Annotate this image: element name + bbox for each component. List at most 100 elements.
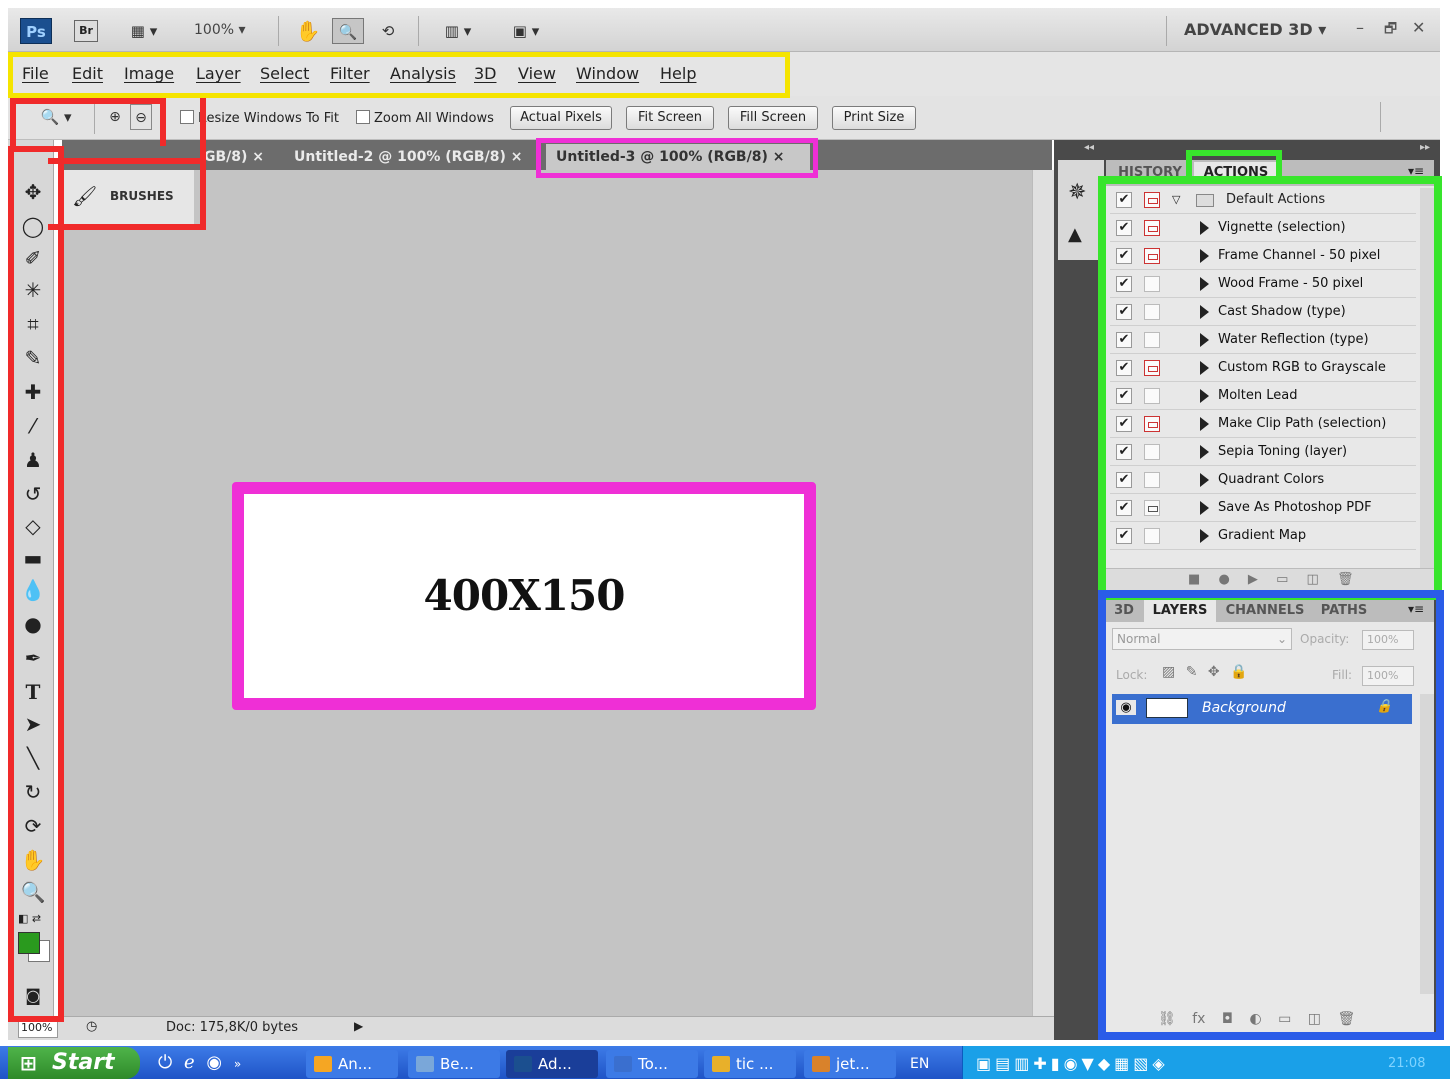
workspace-switcher[interactable]: ADVANCED 3D ▾ bbox=[1184, 20, 1326, 39]
toggle-checkbox[interactable]: ✔ bbox=[1116, 220, 1132, 236]
toggle-checkbox[interactable]: ✔ bbox=[1116, 304, 1132, 320]
tab-paths[interactable]: PATHS bbox=[1314, 600, 1374, 622]
fit-screen-button[interactable]: Fit Screen bbox=[626, 106, 714, 130]
tab-document-1[interactable]: GB/8) × bbox=[198, 144, 280, 170]
expand-triangle-icon[interactable] bbox=[1200, 361, 1209, 375]
dialog-toggle[interactable] bbox=[1144, 388, 1160, 404]
expand-triangle-icon[interactable] bbox=[1200, 305, 1209, 319]
link-layers-icon[interactable]: ⛓ bbox=[1158, 1011, 1176, 1027]
expand-icon[interactable]: ▸▸ bbox=[1420, 142, 1430, 153]
line-tool-icon[interactable]: ╲ bbox=[18, 744, 48, 772]
expand-triangle-icon[interactable] bbox=[1200, 333, 1209, 347]
fill-field[interactable]: 100% bbox=[1362, 666, 1414, 686]
action-row[interactable]: ✔ Sepia Toning (layer) bbox=[1110, 438, 1416, 466]
bridge-button[interactable]: Br bbox=[74, 20, 98, 42]
tab-actions[interactable]: ACTIONS bbox=[1194, 162, 1278, 184]
expand-triangle-icon[interactable] bbox=[1200, 473, 1209, 487]
taskbar-button[interactable]: An... bbox=[306, 1050, 398, 1078]
expand-triangle-icon[interactable] bbox=[1200, 277, 1209, 291]
panel-menu-icon[interactable]: ▾≡ bbox=[1408, 602, 1424, 616]
action-row[interactable]: ✔ Wood Frame - 50 pixel bbox=[1110, 270, 1416, 298]
zoom-level-dropdown[interactable]: 100% ▾ bbox=[194, 22, 246, 38]
play-icon[interactable]: ▶ bbox=[1248, 572, 1258, 587]
tab-close-icon[interactable]: × bbox=[252, 149, 264, 165]
expand-triangle-icon[interactable] bbox=[1200, 221, 1209, 235]
stop-icon[interactable]: ■ bbox=[1188, 572, 1200, 587]
close-button[interactable]: ✕ bbox=[1412, 18, 1425, 37]
menu-help[interactable]: Help bbox=[660, 64, 696, 83]
tab-document-2[interactable]: Untitled-2 @ 100% (RGB/8) × bbox=[288, 144, 538, 170]
panel-menu-icon[interactable]: ▾≡ bbox=[1408, 164, 1424, 178]
action-row[interactable]: ✔ Water Reflection (type) bbox=[1110, 326, 1416, 354]
3d-orbit-tool-icon[interactable]: ⟳ bbox=[18, 812, 48, 840]
tab-close-icon[interactable]: × bbox=[511, 149, 523, 165]
arrange-documents-icon[interactable]: ▥ ▾ bbox=[434, 18, 482, 44]
toggle-checkbox[interactable]: ✔ bbox=[1116, 416, 1132, 432]
type-tool-icon[interactable]: T bbox=[18, 678, 48, 706]
action-row[interactable]: ✔ Custom RGB to Grayscale bbox=[1110, 354, 1416, 382]
brushes-panel[interactable]: 🖌 BRUSHES bbox=[62, 170, 194, 224]
3d-panel-icon[interactable]: ✵ bbox=[1068, 180, 1086, 205]
zoom-field[interactable]: 100% bbox=[18, 1020, 58, 1038]
move-tool-icon[interactable]: ✥ bbox=[18, 178, 48, 206]
action-row[interactable]: ✔ Quadrant Colors bbox=[1110, 466, 1416, 494]
action-row[interactable]: ✔ Molten Lead bbox=[1110, 382, 1416, 410]
dialog-toggle[interactable] bbox=[1144, 304, 1160, 320]
quick-launch-icon[interactable]: ⏻ bbox=[158, 1052, 172, 1073]
menu-analysis[interactable]: Analysis bbox=[390, 64, 456, 83]
expand-triangle-icon[interactable] bbox=[1200, 529, 1209, 543]
tab-channels[interactable]: CHANNELS bbox=[1220, 600, 1310, 622]
dialog-toggle[interactable] bbox=[1144, 248, 1160, 264]
ie-icon[interactable]: ℯ bbox=[184, 1052, 195, 1073]
3d-rotate-tool-icon[interactable]: ↻ bbox=[18, 778, 48, 806]
delete-layer-icon[interactable]: 🗑 bbox=[1337, 1011, 1355, 1027]
screen-mode-icon[interactable]: ▣ ▾ bbox=[502, 18, 550, 44]
dialog-toggle[interactable] bbox=[1144, 332, 1160, 348]
new-action-icon[interactable]: ◫ bbox=[1307, 572, 1319, 587]
collapse-icon[interactable]: ◂◂ bbox=[1084, 142, 1094, 153]
restore-button[interactable]: 🗗 bbox=[1384, 18, 1397, 42]
toggle-checkbox[interactable]: ✔ bbox=[1116, 388, 1132, 404]
record-icon[interactable]: ● bbox=[1218, 572, 1229, 587]
dialog-toggle[interactable] bbox=[1144, 528, 1160, 544]
new-layer-icon[interactable]: ◫ bbox=[1308, 1011, 1321, 1027]
toggle-checkbox[interactable]: ✔ bbox=[1116, 500, 1132, 516]
eye-icon[interactable]: ◉ bbox=[1116, 700, 1136, 715]
eraser-tool-icon[interactable]: ◇ bbox=[18, 512, 48, 540]
expand-triangle-icon[interactable]: ▽ bbox=[1172, 186, 1180, 214]
action-set-row[interactable]: ✔ ▽ Default Actions bbox=[1110, 186, 1416, 214]
adjustment-layer-icon[interactable]: ◐ bbox=[1249, 1011, 1261, 1027]
gradient-tool-icon[interactable]: ▬ bbox=[18, 544, 48, 572]
dialog-toggle[interactable] bbox=[1144, 276, 1160, 292]
toggle-checkbox[interactable]: ✔ bbox=[1116, 192, 1132, 208]
menu-select[interactable]: Select bbox=[260, 64, 309, 83]
more-icon[interactable]: » bbox=[234, 1057, 241, 1071]
brush-tool-icon[interactable]: ⁄ bbox=[18, 412, 48, 440]
tab-close-icon[interactable]: × bbox=[773, 149, 785, 165]
toggle-checkbox[interactable]: ✔ bbox=[1116, 332, 1132, 348]
menu-filter[interactable]: Filter bbox=[330, 64, 370, 83]
fill-screen-button[interactable]: Fill Screen bbox=[728, 106, 818, 130]
fx-icon[interactable]: fx bbox=[1192, 1011, 1205, 1027]
toggle-checkbox[interactable]: ✔ bbox=[1116, 472, 1132, 488]
hand-tool-icon[interactable]: ✋ bbox=[294, 18, 322, 44]
toggle-checkbox[interactable]: ✔ bbox=[1116, 276, 1132, 292]
tab-history[interactable]: HISTORY bbox=[1112, 162, 1188, 184]
action-row[interactable]: ✔ Make Clip Path (selection) bbox=[1110, 410, 1416, 438]
pen-tool-icon[interactable]: ✒ bbox=[18, 644, 48, 672]
start-button[interactable]: ⊞ Start bbox=[8, 1047, 140, 1079]
lock-transparency-icon[interactable]: ▨ bbox=[1162, 664, 1175, 680]
document-canvas[interactable]: 400X150 bbox=[244, 492, 804, 698]
add-mask-icon[interactable]: ◘ bbox=[1222, 1011, 1233, 1027]
new-group-icon[interactable]: ▭ bbox=[1278, 1011, 1291, 1027]
taskbar-button[interactable]: Be... bbox=[408, 1050, 500, 1078]
expand-triangle-icon[interactable] bbox=[1200, 249, 1209, 263]
action-row[interactable]: ✔ Save As Photoshop PDF bbox=[1110, 494, 1416, 522]
layers-scrollbar[interactable] bbox=[1420, 694, 1434, 994]
status-menu-icon[interactable]: ◷ bbox=[86, 1019, 97, 1034]
expand-triangle-icon[interactable] bbox=[1200, 445, 1209, 459]
opacity-field[interactable]: 100% bbox=[1362, 630, 1414, 650]
toggle-checkbox[interactable]: ✔ bbox=[1116, 444, 1132, 460]
menu-view[interactable]: View bbox=[518, 64, 556, 83]
menu-3d[interactable]: 3D bbox=[474, 64, 497, 83]
